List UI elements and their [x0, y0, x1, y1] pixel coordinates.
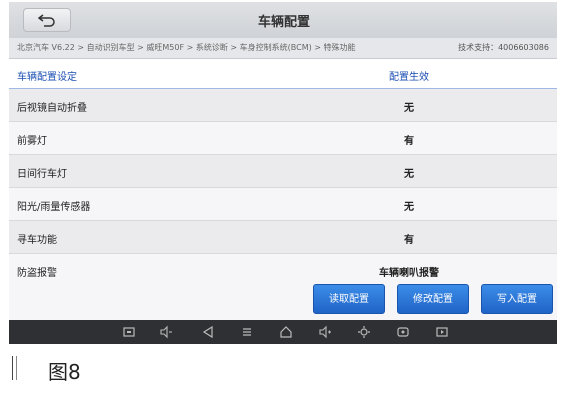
row-value: 无 — [404, 202, 414, 213]
breadcrumb-bar: 北京汽车 V6.22 > 自动识别车型 > 威旺M50F > 系统诊断 > 车身… — [9, 38, 557, 59]
row-value: 无 — [404, 169, 414, 180]
recent-icon[interactable] — [435, 325, 449, 339]
row-value: 有 — [404, 235, 414, 246]
back-nav-icon[interactable] — [201, 325, 215, 339]
row-value: 车辆喇叭报警 — [379, 268, 439, 279]
system-navbar — [9, 320, 557, 344]
figure-caption: 图8 — [48, 360, 81, 384]
volume-down-icon[interactable] — [159, 325, 173, 339]
row-value: 有 — [404, 136, 414, 147]
back-button[interactable] — [23, 8, 71, 32]
table-row[interactable]: 日间行车灯 无 — [9, 155, 557, 188]
row-name: 前雾灯 — [17, 136, 47, 147]
modify-config-button[interactable]: 修改配置 — [397, 284, 469, 314]
caption-marker — [12, 356, 17, 380]
volume-up-icon[interactable] — [318, 325, 332, 339]
menu-icon[interactable] — [240, 325, 254, 339]
row-value: 无 — [404, 103, 414, 114]
row-name: 后视镜自动折叠 — [17, 103, 87, 114]
table-header: 车辆配置设定 配置生效 — [9, 59, 557, 89]
table-row[interactable]: 防盗报警 车辆喇叭报警 — [9, 254, 557, 287]
vci-icon[interactable] — [396, 325, 410, 339]
action-bar: 读取配置 修改配置 写入配置 — [9, 284, 557, 320]
table-row[interactable]: 阳光/雨量传感器 无 — [9, 188, 557, 221]
column-header-value: 配置生效 — [389, 72, 429, 83]
row-name: 阳光/雨量传感器 — [17, 202, 91, 213]
config-table: 后视镜自动折叠 无 前雾灯 有 日间行车灯 无 阳光/雨量传感器 无 寻车功能 … — [9, 89, 557, 287]
screenshot-icon[interactable] — [122, 325, 136, 339]
read-config-button[interactable]: 读取配置 — [313, 284, 385, 314]
row-name: 寻车功能 — [17, 235, 57, 246]
column-header-name: 车辆配置设定 — [17, 72, 77, 83]
table-row[interactable]: 寻车功能 有 — [9, 221, 557, 254]
settings-icon[interactable] — [357, 325, 371, 339]
app-screen: 车辆配置 北京汽车 V6.22 > 自动识别车型 > 威旺M50F > 系统诊断… — [9, 2, 557, 344]
row-name: 日间行车灯 — [17, 169, 67, 180]
back-arrow-icon — [38, 14, 55, 27]
table-row[interactable]: 后视镜自动折叠 无 — [9, 89, 557, 122]
row-name: 防盗报警 — [17, 268, 57, 279]
titlebar: 车辆配置 — [9, 2, 557, 38]
breadcrumb: 北京汽车 V6.22 > 自动识别车型 > 威旺M50F > 系统诊断 > 车身… — [17, 43, 356, 52]
support-hotline: 技术支持：4006603086 — [458, 43, 549, 52]
table-row[interactable]: 前雾灯 有 — [9, 122, 557, 155]
page-title: 车辆配置 — [257, 15, 310, 30]
home-icon[interactable] — [279, 325, 293, 339]
write-config-button[interactable]: 写入配置 — [481, 284, 553, 314]
